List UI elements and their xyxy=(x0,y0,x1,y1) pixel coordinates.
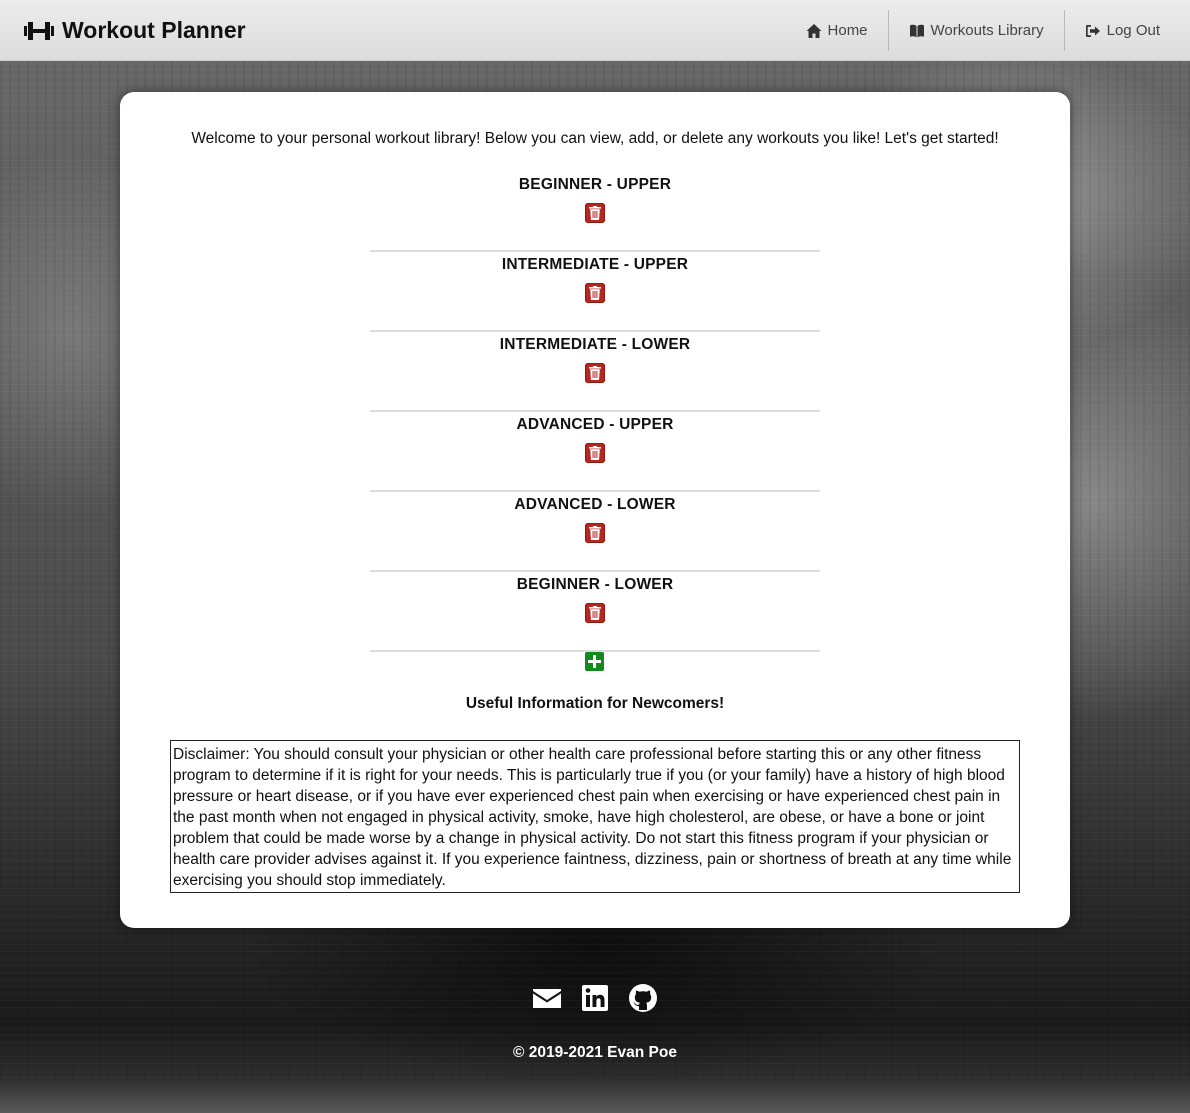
linkedin-icon[interactable] xyxy=(580,983,610,1013)
bottom-strip xyxy=(0,1079,1190,1113)
nav-home-link[interactable]: Home xyxy=(786,10,888,51)
brand[interactable]: Workout Planner xyxy=(24,17,246,44)
add-workout-button[interactable] xyxy=(585,652,604,671)
delete-workout-button[interactable] xyxy=(585,363,605,383)
workout-item: INTERMEDIATE - LOWER xyxy=(370,332,820,412)
copyright: © 2019-2021 Evan Poe xyxy=(513,1044,677,1061)
github-icon[interactable] xyxy=(628,983,658,1013)
workout-name[interactable]: ADVANCED - UPPER xyxy=(370,412,820,434)
workout-name[interactable]: ADVANCED - LOWER xyxy=(370,492,820,514)
disclaimer-text: Disclaimer: You should consult your phys… xyxy=(170,740,1020,893)
nav-home-label: Home xyxy=(827,22,868,39)
navbar: Workout Planner Home Workouts Library Lo… xyxy=(0,0,1190,61)
workout-name[interactable]: BEGINNER - UPPER xyxy=(370,172,820,194)
brand-title: Workout Planner xyxy=(62,17,246,43)
workout-name[interactable]: INTERMEDIATE - LOWER xyxy=(370,332,820,354)
workout-item: ADVANCED - UPPER xyxy=(370,412,820,492)
trash-icon xyxy=(589,206,601,220)
trash-icon xyxy=(589,526,601,540)
nav-logout-link[interactable]: Log Out xyxy=(1065,10,1180,51)
delete-workout-button[interactable] xyxy=(585,443,605,463)
delete-workout-button[interactable] xyxy=(585,603,605,623)
workout-name[interactable]: BEGINNER - LOWER xyxy=(370,572,820,594)
dumbbell-icon xyxy=(24,21,54,40)
workout-name[interactable]: INTERMEDIATE - UPPER xyxy=(370,252,820,274)
workout-list: BEGINNER - UPPER INTERMEDIATE - UPPER IN… xyxy=(370,172,820,652)
workout-item: BEGINNER - LOWER xyxy=(370,572,820,652)
social-links xyxy=(0,983,1190,1013)
trash-icon xyxy=(589,286,601,300)
trash-icon xyxy=(589,606,601,620)
welcome-text: Welcome to your personal workout library… xyxy=(191,130,999,147)
trash-icon xyxy=(589,446,601,460)
workout-item: BEGINNER - UPPER xyxy=(370,172,820,252)
useful-info-heading: Useful Information for Newcomers! xyxy=(465,695,725,712)
trash-icon xyxy=(589,366,601,380)
envelope-icon[interactable] xyxy=(532,983,562,1013)
nav-workouts-library-link[interactable]: Workouts Library xyxy=(889,10,1064,51)
nav-logout-label: Log Out xyxy=(1106,22,1160,39)
nav-links: Home Workouts Library Log Out xyxy=(786,10,1180,51)
workout-item: ADVANCED - LOWER xyxy=(370,492,820,572)
delete-workout-button[interactable] xyxy=(585,203,605,223)
sign-out-icon xyxy=(1085,24,1100,37)
home-icon xyxy=(806,23,822,38)
nav-workouts-library-label: Workouts Library xyxy=(930,22,1044,39)
workout-item: INTERMEDIATE - UPPER xyxy=(370,252,820,332)
delete-workout-button[interactable] xyxy=(585,283,605,303)
delete-workout-button[interactable] xyxy=(585,523,605,543)
workout-library-card: Welcome to your personal workout library… xyxy=(120,92,1070,928)
book-icon xyxy=(909,24,924,37)
